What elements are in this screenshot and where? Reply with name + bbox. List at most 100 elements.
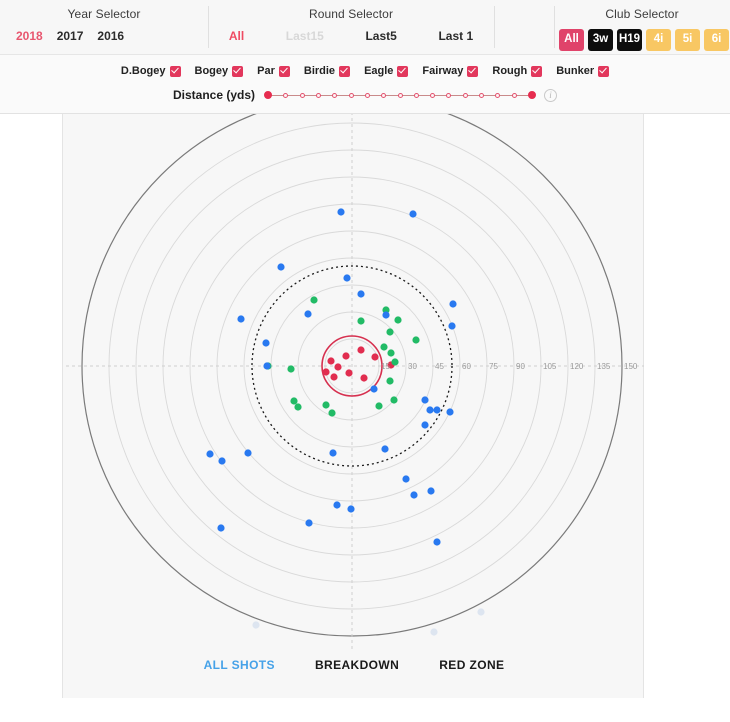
- shot-point[interactable]: [357, 346, 365, 354]
- filter-dbogey[interactable]: D.Bogey: [121, 65, 181, 77]
- shot-point[interactable]: [290, 397, 298, 405]
- checkbox-checked-icon[interactable]: [339, 65, 351, 77]
- shot-point[interactable]: [386, 377, 394, 385]
- slider-tick[interactable]: [511, 92, 517, 98]
- shot-point[interactable]: [287, 365, 295, 373]
- shot-point[interactable]: [386, 328, 394, 336]
- slider-tick[interactable]: [397, 92, 403, 98]
- shot-point[interactable]: [294, 403, 302, 411]
- round-option-last1[interactable]: Last 1: [438, 29, 473, 43]
- club-button-h19[interactable]: H19: [617, 29, 642, 51]
- slider-tick[interactable]: [430, 92, 436, 98]
- shot-point[interactable]: [427, 487, 435, 495]
- shot-point[interactable]: [357, 317, 365, 325]
- slider-tick[interactable]: [381, 92, 387, 98]
- shot-point[interactable]: [446, 408, 454, 416]
- slider-tick[interactable]: [462, 92, 468, 98]
- filter-eagle[interactable]: Eagle: [364, 65, 409, 77]
- shot-point[interactable]: [370, 385, 378, 393]
- club-button-3w[interactable]: 3w: [588, 29, 613, 51]
- shot-point[interactable]: [391, 358, 399, 366]
- checkbox-checked-icon[interactable]: [169, 65, 181, 77]
- info-icon[interactable]: i: [544, 88, 558, 102]
- shot-point[interactable]: [206, 450, 214, 458]
- distance-range-slider[interactable]: [264, 88, 537, 102]
- shot-point[interactable]: [390, 396, 398, 404]
- shot-point[interactable]: [305, 519, 313, 527]
- slider-tick[interactable]: [479, 92, 485, 98]
- shot-point[interactable]: [252, 621, 260, 629]
- shot-point[interactable]: [375, 402, 383, 410]
- club-button-6i[interactable]: 6i: [704, 29, 729, 51]
- shot-point[interactable]: [357, 290, 365, 298]
- slider-handle[interactable]: [264, 91, 273, 99]
- shot-point[interactable]: [449, 300, 457, 308]
- filter-bunker[interactable]: Bunker: [556, 65, 610, 77]
- shot-point[interactable]: [371, 353, 379, 361]
- shot-point[interactable]: [237, 315, 245, 323]
- shot-point[interactable]: [421, 396, 429, 404]
- shot-point[interactable]: [477, 608, 485, 616]
- slider-tick[interactable]: [315, 92, 321, 98]
- shot-point[interactable]: [345, 369, 353, 377]
- slider-tick[interactable]: [446, 92, 452, 98]
- chart-view-tabs[interactable]: ALL SHOTS BREAKDOWN RED ZONE: [63, 658, 645, 672]
- slider-tick[interactable]: [348, 92, 354, 98]
- slider-tick[interactable]: [495, 92, 501, 98]
- checkbox-checked-icon[interactable]: [232, 65, 244, 77]
- shot-point[interactable]: [387, 349, 395, 357]
- shot-point[interactable]: [382, 311, 390, 319]
- shot-point[interactable]: [263, 362, 271, 370]
- shot-point[interactable]: [430, 628, 438, 636]
- year-option-2016[interactable]: 2016: [97, 29, 124, 43]
- filter-rough[interactable]: Rough: [492, 65, 543, 77]
- slider-tick[interactable]: [332, 92, 338, 98]
- shot-point[interactable]: [342, 352, 350, 360]
- filter-par[interactable]: Par: [257, 65, 290, 77]
- tab-breakdown[interactable]: BREAKDOWN: [315, 658, 399, 672]
- shot-point[interactable]: [334, 363, 342, 371]
- shot-point[interactable]: [380, 343, 388, 351]
- filter-bogey[interactable]: Bogey: [195, 65, 244, 77]
- slider-tick[interactable]: [299, 92, 305, 98]
- shot-point[interactable]: [327, 357, 335, 365]
- checkbox-checked-icon[interactable]: [467, 65, 479, 77]
- slider-handle[interactable]: [528, 91, 537, 99]
- shot-point[interactable]: [381, 445, 389, 453]
- shot-point[interactable]: [347, 505, 355, 513]
- club-button-5i[interactable]: 5i: [675, 29, 700, 51]
- shot-point[interactable]: [330, 373, 338, 381]
- checkbox-checked-icon[interactable]: [598, 65, 610, 77]
- filter-fairway[interactable]: Fairway: [422, 65, 479, 77]
- shot-point[interactable]: [217, 524, 225, 532]
- shot-point[interactable]: [412, 336, 420, 344]
- club-button-all[interactable]: All: [559, 29, 584, 51]
- slider-tick[interactable]: [364, 92, 370, 98]
- slider-tick[interactable]: [413, 92, 419, 98]
- round-option-all[interactable]: All: [229, 29, 244, 43]
- shot-point[interactable]: [328, 409, 336, 417]
- shot-point[interactable]: [409, 210, 417, 218]
- club-selector-options[interactable]: All 3w H19 4i 5i 6i: [554, 29, 730, 51]
- club-button-4i[interactable]: 4i: [646, 29, 671, 51]
- year-selector-options[interactable]: 2018 2017 2016: [16, 29, 138, 43]
- shot-point[interactable]: [360, 374, 368, 382]
- tab-red-zone[interactable]: RED ZONE: [439, 658, 504, 672]
- shot-point[interactable]: [343, 274, 351, 282]
- shot-point[interactable]: [402, 475, 410, 483]
- checkbox-checked-icon[interactable]: [278, 65, 290, 77]
- shot-point[interactable]: [448, 322, 456, 330]
- shot-point[interactable]: [433, 406, 441, 414]
- shot-point[interactable]: [329, 449, 337, 457]
- year-option-2018[interactable]: 2018: [16, 29, 43, 43]
- shot-point[interactable]: [394, 316, 402, 324]
- shot-point[interactable]: [333, 501, 341, 509]
- tab-all-shots[interactable]: ALL SHOTS: [204, 658, 275, 672]
- shot-point[interactable]: [433, 538, 441, 546]
- shot-point[interactable]: [322, 368, 330, 376]
- shot-point[interactable]: [244, 449, 252, 457]
- shot-point[interactable]: [310, 296, 318, 304]
- filter-birdie[interactable]: Birdie: [304, 65, 351, 77]
- shot-type-checkbox-group[interactable]: D.Bogey Bogey Par Birdie Eagle Fairway Rough Bu…: [0, 65, 730, 77]
- checkbox-checked-icon[interactable]: [397, 65, 409, 77]
